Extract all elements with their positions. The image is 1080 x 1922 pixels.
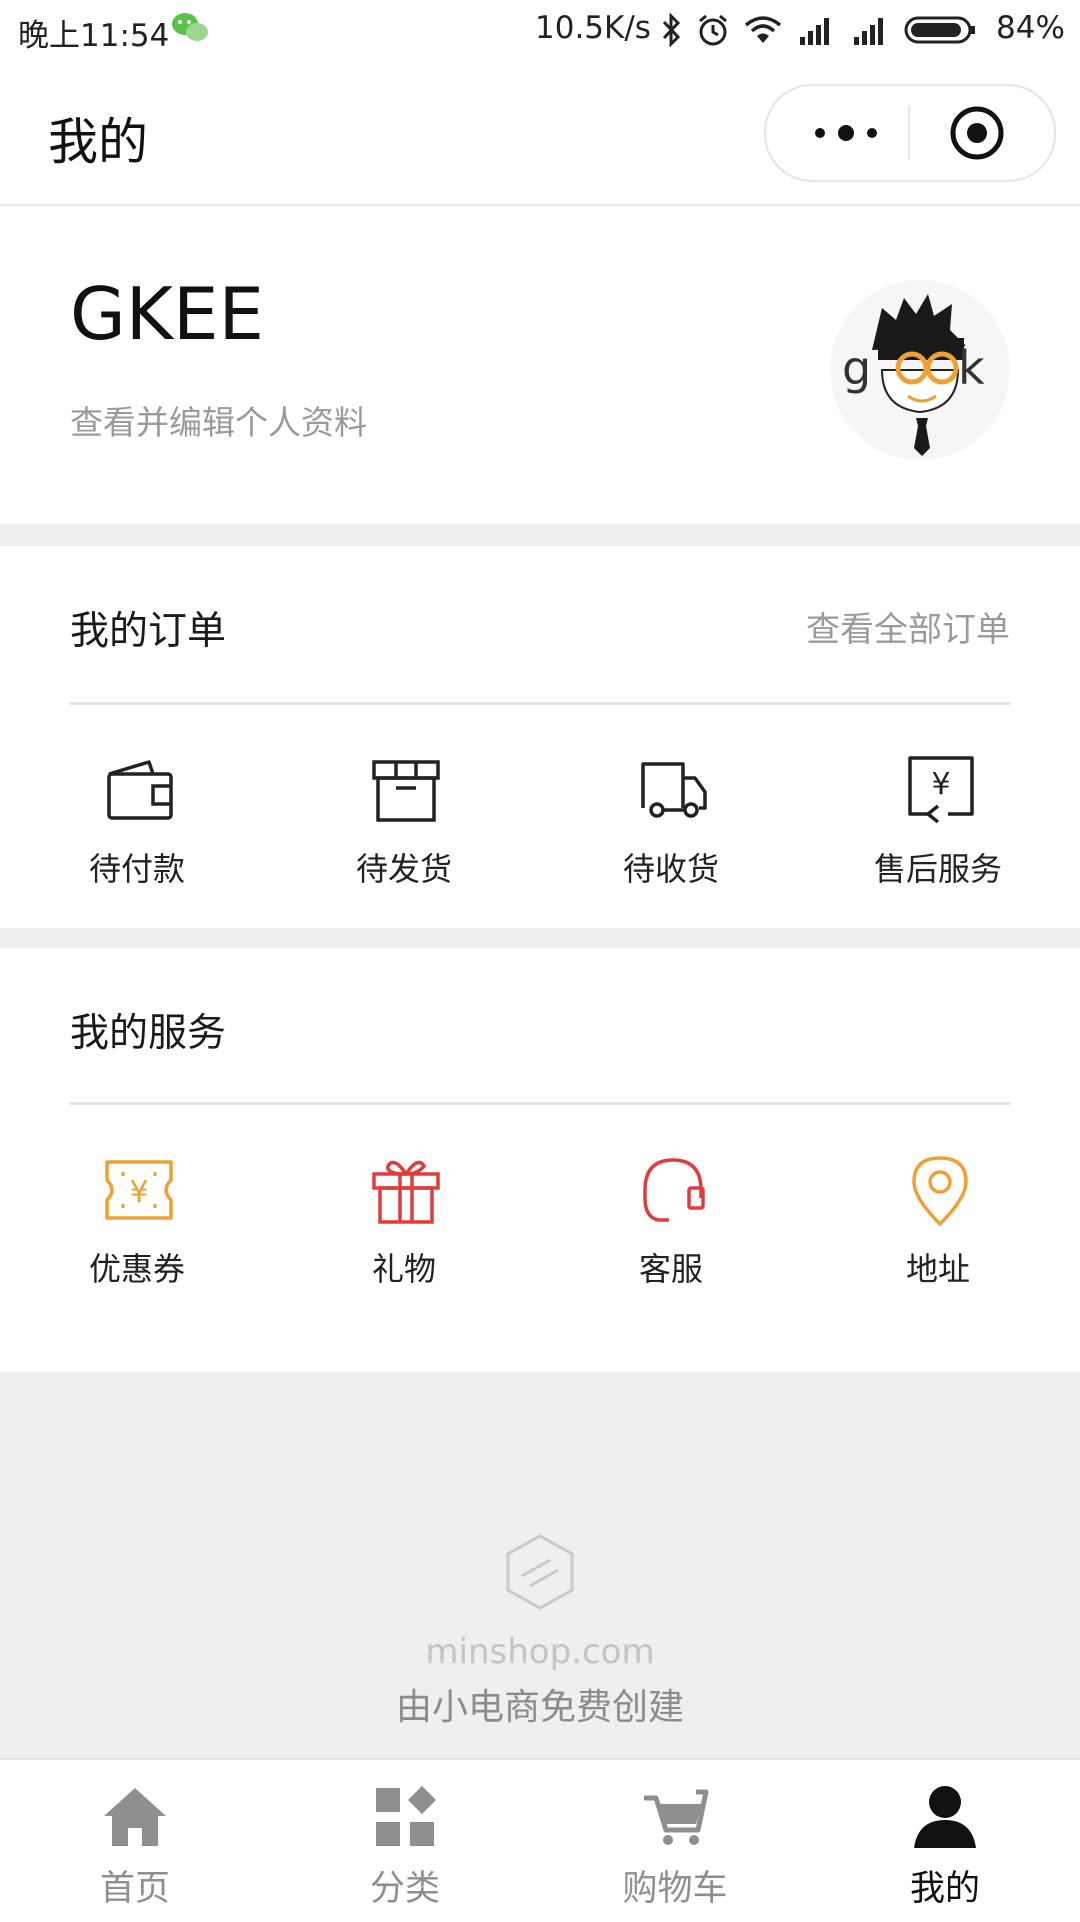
tab-label: 首页 xyxy=(99,1869,170,1909)
services-title: 我的服务 xyxy=(70,1011,227,1056)
battery-percent: 84% xyxy=(996,10,1065,46)
orders-card: 我的订单 查看全部订单 待付款 待发货 待收货 ¥ 售后服务 xyxy=(0,546,1080,928)
section-gap xyxy=(0,928,1080,948)
wifi-icon xyxy=(744,16,782,43)
svg-text:g: g xyxy=(842,341,871,395)
footer-domain[interactable]: minshop.com xyxy=(0,1632,1080,1672)
wechat-icon xyxy=(172,13,208,41)
refund-icon: ¥ xyxy=(908,756,974,824)
service-label: 礼物 xyxy=(371,1250,436,1288)
network-speed: 10.5K/s xyxy=(535,10,651,46)
profile-card[interactable]: GKEE 查看并编辑个人资料 g k xyxy=(0,206,1080,524)
headset-icon xyxy=(643,1158,705,1222)
username: GKEE xyxy=(70,272,264,356)
order-pending-shipment[interactable]: 待发货 xyxy=(304,754,504,904)
order-pending-payment[interactable]: 待付款 xyxy=(37,754,237,904)
tab-label: 分类 xyxy=(369,1869,440,1909)
truck-icon xyxy=(641,762,707,818)
svg-text:k: k xyxy=(958,341,985,395)
alarm-icon xyxy=(699,14,727,46)
signal-icon xyxy=(800,18,829,45)
order-label: 待付款 xyxy=(88,850,185,888)
more-dots-icon[interactable] xyxy=(806,108,886,158)
order-label: 待收货 xyxy=(622,850,719,888)
svg-text:¥: ¥ xyxy=(931,767,950,802)
service-label: 优惠券 xyxy=(88,1250,185,1288)
service-label: 客服 xyxy=(638,1250,703,1288)
status-bar: 晚上11:54 10.5K/s 84% xyxy=(0,0,1080,62)
cart-icon xyxy=(644,1789,709,1845)
coupon-icon: ¥ xyxy=(105,1160,173,1220)
order-after-sales[interactable]: ¥ 售后服务 xyxy=(838,754,1038,904)
footer-branding: minshop.com 由小电商免费创建 xyxy=(0,1372,1080,1760)
target-close-icon[interactable] xyxy=(944,100,1010,166)
miniprogram-capsule xyxy=(764,84,1056,182)
orders-divider xyxy=(70,702,1010,705)
service-address[interactable]: 地址 xyxy=(838,1154,1038,1304)
bluetooth-icon xyxy=(662,13,681,47)
tab-home[interactable]: 首页 xyxy=(0,1760,270,1922)
order-label: 待发货 xyxy=(355,850,452,888)
status-icons xyxy=(660,8,978,52)
footer-note: 由小电商免费创建 xyxy=(395,1687,684,1728)
nav-bar: 我的 xyxy=(0,62,1080,206)
edit-profile-link[interactable]: 查看并编辑个人资料 xyxy=(70,396,367,444)
tab-cart[interactable]: 购物车 xyxy=(540,1760,810,1922)
order-label: 售后服务 xyxy=(873,850,1002,888)
services-divider xyxy=(70,1102,1010,1105)
service-gifts[interactable]: 礼物 xyxy=(304,1154,504,1304)
service-label: 地址 xyxy=(905,1250,970,1288)
geek-avatar: g k xyxy=(842,294,985,456)
svg-text:¥: ¥ xyxy=(129,1175,148,1210)
tab-label: 我的 xyxy=(909,1869,980,1909)
view-all-orders-link[interactable]: 查看全部订单 xyxy=(806,602,1010,651)
services-card: 我的服务 ¥ 优惠券 礼物 客服 地址 xyxy=(0,948,1080,1372)
service-customer-support[interactable]: 客服 xyxy=(571,1154,771,1304)
section-gap xyxy=(0,524,1080,546)
signal-icon xyxy=(854,18,883,45)
tab-me[interactable]: 我的 xyxy=(810,1760,1080,1922)
minshop-logo-icon xyxy=(506,1534,574,1610)
location-pin-icon xyxy=(912,1156,968,1226)
page-title: 我的 xyxy=(48,113,148,171)
tab-bar: 首页 分类 购物车 我的 xyxy=(0,1758,1080,1922)
service-coupons[interactable]: ¥ 优惠券 xyxy=(37,1154,237,1304)
user-icon xyxy=(914,1786,976,1848)
home-icon xyxy=(104,1788,166,1846)
tab-label: 购物车 xyxy=(622,1869,728,1909)
order-pending-receipt[interactable]: 待收货 xyxy=(571,754,771,904)
gift-icon xyxy=(372,1160,440,1224)
status-time: 晚上11:54 xyxy=(18,18,170,54)
box-icon xyxy=(372,760,440,822)
capsule-divider xyxy=(908,106,910,160)
tab-category[interactable]: 分类 xyxy=(270,1760,540,1922)
orders-title: 我的订单 xyxy=(70,609,227,654)
category-icon xyxy=(376,1786,436,1846)
avatar[interactable]: g k xyxy=(830,280,1010,460)
battery-icon xyxy=(904,16,975,44)
wallet-icon xyxy=(107,760,173,820)
